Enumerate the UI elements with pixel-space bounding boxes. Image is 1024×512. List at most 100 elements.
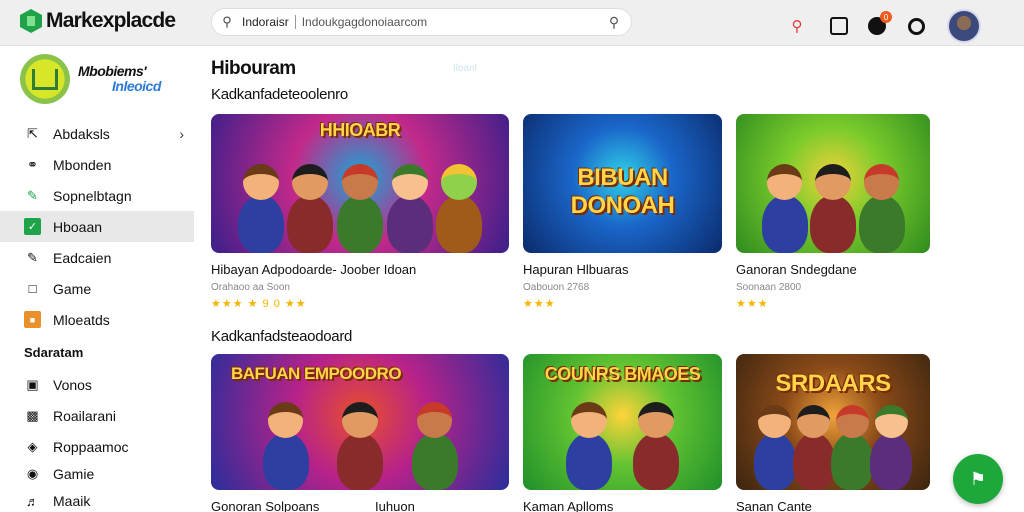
brand-line-2: Inleoicd: [112, 78, 161, 94]
folder-icon: ■: [24, 311, 41, 328]
app-logo[interactable]: Markexplacde: [20, 9, 176, 33]
game-thumbnail[interactable]: [736, 114, 930, 253]
character-head: [863, 164, 900, 201]
character-head: [835, 405, 869, 439]
sidebar-item-8[interactable]: ▩ Roailarani: [0, 400, 194, 431]
sidebar-item-2[interactable]: ✎ Sopnelbtagn: [0, 180, 194, 211]
sidebar-item-label: Gamie: [53, 466, 95, 482]
sidebar-item-label: Eadcaien: [53, 249, 112, 266]
game-card[interactable]: Ganoran Sndegdane Soonaan 2800 ★★★: [736, 114, 930, 310]
rating-stars-icon: ★★★ ★ 9 0 ★★: [211, 298, 307, 310]
search-submit-icon[interactable]: ⚲: [597, 14, 631, 31]
location-pin-icon[interactable]: ⚲: [786, 15, 808, 37]
game-title[interactable]: Hapuran Hlbuaras: [523, 262, 722, 277]
controller-icon: ◈: [27, 438, 38, 454]
search-bar[interactable]: ⚲ Indoraisr Indoukgagdonoiaarcom ⚲: [211, 8, 632, 36]
game-card[interactable]: BIBUAN DONOAH Hapuran Hlbuaras Oabouon 2…: [523, 114, 722, 310]
sidebar-item-4[interactable]: ✎ Eadcaien: [0, 242, 194, 273]
game-title[interactable]: Kaman Aplloms: [523, 499, 722, 512]
card-icon: ▩: [26, 407, 39, 423]
character-head: [815, 164, 851, 201]
sidebar-item-label: Roppaamoc: [53, 438, 129, 455]
game-title-right[interactable]: Iuhuon: [375, 499, 415, 512]
game-subtitle: Oabouon 2768: [523, 282, 590, 293]
game-title[interactable]: Gonoran Solpoans Iuhuon: [211, 499, 509, 512]
sidebar-item-6[interactable]: ■ Mloeatds: [0, 304, 194, 335]
sidebar-item-label: Maaik: [53, 493, 91, 509]
character-figure: [858, 194, 905, 253]
game-thumbnail[interactable]: COUNRS BMAOES: [523, 354, 722, 490]
game-thumbnail[interactable]: BIBUAN DONOAH: [523, 114, 722, 253]
character-head: [416, 402, 453, 439]
character-head: [637, 402, 674, 439]
character-figure: [870, 432, 913, 490]
pencil-icon: ✎: [27, 249, 38, 265]
game-title-left[interactable]: Gonoran Solpoans: [211, 499, 319, 512]
sidebar-section-label: Sdaratam: [24, 344, 84, 360]
character-figure: [810, 194, 856, 253]
thumbnail-title: HHIOABR: [319, 120, 401, 140]
game-thumbnail[interactable]: SRDAARS: [736, 354, 930, 490]
music-icon: ♬: [26, 493, 39, 509]
sidebar-item-label: Sopnelbtagn: [53, 187, 132, 204]
sidebar-item-9[interactable]: ◈ Roppaamoc: [0, 431, 194, 462]
character-figure: [436, 194, 483, 253]
game-title[interactable]: Hibayan Adpodoarde- Joober Idoan: [211, 262, 509, 277]
account-icon[interactable]: [908, 17, 925, 35]
game-thumbnail[interactable]: HHIOABR: [211, 114, 509, 253]
document-icon: □: [28, 281, 37, 296]
ghost-label: Iloanl: [453, 63, 477, 74]
character-figure: [337, 194, 383, 253]
game-card[interactable]: COUNRS BMAOES Kaman Aplloms: [523, 354, 722, 512]
expand-icon: ⇱: [27, 125, 38, 141]
gamepad-icon: ◉: [26, 466, 39, 481]
character-head: [874, 405, 908, 439]
character-head: [242, 164, 279, 201]
character-head: [571, 402, 608, 439]
character-figure: [411, 432, 458, 490]
character-head: [267, 402, 304, 439]
game-card[interactable]: BAFUAN EMPOODRO Gonoran Solpoans Iuhuon: [211, 354, 509, 512]
thumbnail-title: BAFUAN EMPOODRO: [231, 364, 402, 383]
sidebar-item-11[interactable]: ♬ Maaik: [0, 486, 194, 512]
section-title-1: Kadkanfadeteoolenro: [211, 86, 348, 103]
sidebar-item-3[interactable]: ✓ Hboaan: [0, 211, 194, 242]
sidebar-nav: ⇱ Abdaksls › ⚭ Mbonden ✎ Sopnelbtagn ✓ H…: [0, 118, 194, 512]
sidebar-item-0[interactable]: ⇱ Abdaksls ›: [0, 118, 194, 149]
game-card[interactable]: SRDAARS Sanan Cante: [736, 354, 930, 512]
section-title-2: Kadkanfadsteaodoard: [211, 328, 353, 345]
sidebar-item-10[interactable]: ◉ Gamie: [0, 462, 194, 486]
sidebar-item-5[interactable]: □ Game: [0, 273, 194, 304]
rating-stars-icon: ★★★: [523, 298, 556, 310]
character-figure: [761, 194, 808, 253]
game-title[interactable]: Sanan Cante: [736, 499, 930, 512]
character-figure: [792, 432, 835, 490]
character-figure: [287, 194, 334, 253]
chat-icon: ⚑: [969, 468, 987, 489]
game-title[interactable]: Ganoran Sndegdane: [736, 262, 930, 277]
avatar[interactable]: [947, 9, 981, 43]
notification-badge: 0: [880, 11, 892, 23]
game-subtitle: Soonaan 2800: [736, 282, 802, 293]
game-subtitle: Orahaoo aa Soon: [211, 282, 290, 293]
character-figure: [566, 432, 613, 490]
brand-block[interactable]: Mbobiems' Inleoicd: [20, 54, 161, 104]
search-scope[interactable]: Indoraisr: [242, 15, 289, 29]
sidebar-item-7[interactable]: ▣ Vonos: [0, 369, 194, 400]
search-input[interactable]: Indoukgagdonoiaarcom: [302, 15, 597, 29]
wallet-icon[interactable]: [830, 17, 848, 35]
character-figure: [632, 432, 679, 490]
game-thumbnail[interactable]: BAFUAN EMPOODRO: [211, 354, 509, 490]
notification-icon[interactable]: 0: [868, 11, 892, 35]
sidebar-item-1[interactable]: ⚭ Mbonden: [0, 149, 194, 180]
sidebar-item-label: Roailarani: [53, 407, 117, 424]
game-card[interactable]: HHIOABR Hibayan Adpodoarde- Joober Idoan…: [211, 114, 509, 310]
chevron-right-icon[interactable]: ›: [179, 126, 184, 142]
thumbnail-title: COUNRS BMAOES: [544, 364, 701, 384]
brand-line-1: Mbobiems': [78, 63, 147, 79]
character-head: [766, 164, 803, 201]
chat-fab-button[interactable]: ⚑: [953, 454, 1003, 504]
sidebar-item-label: Hboaan: [53, 218, 103, 235]
sidebar-item-label: Mloeatds: [53, 311, 110, 328]
character-head: [391, 164, 428, 201]
